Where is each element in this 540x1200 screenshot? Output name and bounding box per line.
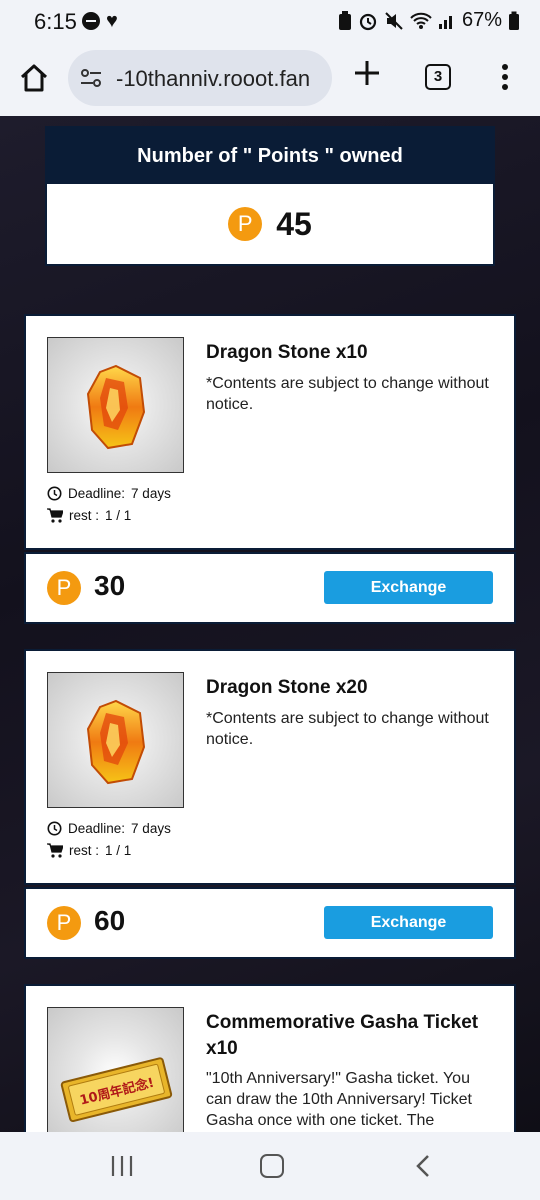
heart-icon: ♥ — [106, 10, 118, 32]
item-footer: P 30 Exchange — [24, 552, 516, 624]
more-options-icon[interactable] — [500, 64, 510, 92]
points-header: Number of " Points " owned — [45, 126, 495, 184]
deadline-value: 7 days — [131, 486, 171, 501]
deadline-row: Deadline: 7 days — [47, 821, 171, 836]
back-icon[interactable] — [414, 1154, 434, 1178]
item-price: 60 — [94, 905, 126, 936]
rest-label: rest : — [69, 508, 100, 523]
exchange-item: Dragon Stone x20 *Contents are subject t… — [24, 649, 516, 959]
dragon-stone-icon — [86, 699, 146, 785]
status-bar: 6:15 ♥ 67% — [0, 0, 540, 44]
battery-saver-icon — [338, 10, 351, 30]
exchange-button[interactable]: Exchange — [324, 906, 493, 939]
points-body: P 45 — [45, 184, 495, 266]
item-footer: P 60 Exchange — [24, 887, 516, 959]
battery-icon — [509, 11, 519, 30]
item-title: Commemorative Gasha Ticket x10 — [206, 1012, 479, 1059]
site-settings-icon[interactable] — [80, 68, 102, 88]
item-image: 10周年記念! — [47, 1007, 184, 1132]
clock-icon — [47, 821, 62, 836]
browser-toolbar: -10thanniv.rooot.fan 3 — [0, 44, 540, 116]
item-image — [47, 672, 184, 808]
recent-apps-icon[interactable] — [110, 1156, 134, 1176]
item-description: *Contents are subject to change without … — [206, 375, 489, 413]
exchange-button[interactable]: Exchange — [324, 571, 493, 604]
item-price: 30 — [94, 570, 126, 601]
item-title: Dragon Stone x20 — [206, 677, 368, 698]
price-coin-icon: P — [47, 571, 81, 605]
system-navigation-bar — [0, 1132, 540, 1200]
item-description: *Contents are subject to change without … — [206, 710, 489, 748]
url-text[interactable]: -10thanniv.rooot.fan — [116, 66, 324, 92]
clock-icon — [47, 486, 62, 501]
deadline-label: Deadline: — [68, 821, 126, 836]
points-card: Number of " Points " owned P 45 — [45, 126, 495, 278]
address-bar[interactable]: -10thanniv.rooot.fan — [68, 50, 332, 106]
rest-row: rest : 1 / 1 — [47, 843, 131, 858]
signal-icon — [438, 15, 452, 29]
price-coin-icon: P — [47, 906, 81, 940]
deadline-value: 7 days — [131, 821, 171, 836]
points-coin-icon: P — [228, 207, 263, 241]
cart-icon — [47, 843, 63, 858]
exchange-item: 10周年記念! Commemorative Gasha Ticket x10 "… — [24, 984, 516, 1132]
status-time: 6:15 — [34, 9, 77, 34]
rest-value: 1 / 1 — [105, 843, 132, 858]
exchange-item: Dragon Stone x10 *Contents are subject t… — [24, 314, 516, 624]
home-icon[interactable] — [18, 62, 50, 94]
item-details: 10周年記念! Commemorative Gasha Ticket x10 "… — [24, 984, 516, 1132]
item-image — [47, 337, 184, 473]
page-content: Number of " Points " owned P 45 Dragon S… — [0, 116, 540, 1132]
dragon-stone-icon — [86, 364, 146, 450]
rest-row: rest : 1 / 1 — [47, 508, 131, 523]
deadline-label: Deadline: — [68, 486, 126, 501]
item-description: "10th Anniversary!" Gasha ticket. You ca… — [206, 1070, 472, 1129]
item-title: Dragon Stone x10 — [206, 342, 368, 363]
gasha-ticket-icon: 10周年記念! — [60, 1057, 173, 1123]
notification-icons: ♥ — [82, 10, 118, 32]
new-tab-icon[interactable] — [352, 58, 382, 88]
rest-value: 1 / 1 — [105, 508, 132, 523]
item-details: Dragon Stone x20 *Contents are subject t… — [24, 649, 516, 885]
cart-icon — [47, 508, 63, 523]
points-value: 45 — [276, 205, 312, 242]
tab-switcher-button[interactable]: 3 — [425, 64, 451, 90]
item-details: Dragon Stone x10 *Contents are subject t… — [24, 314, 516, 550]
battery-percent: 67% — [461, 9, 502, 31]
system-icons: 67% — [338, 9, 520, 32]
mute-icon — [385, 11, 403, 30]
deadline-row: Deadline: 7 days — [47, 486, 171, 501]
rest-label: rest : — [69, 843, 100, 858]
alarm-icon — [359, 13, 377, 30]
do-not-disturb-icon — [82, 12, 100, 30]
wifi-icon — [410, 12, 432, 29]
home-button-icon[interactable] — [260, 1154, 284, 1178]
